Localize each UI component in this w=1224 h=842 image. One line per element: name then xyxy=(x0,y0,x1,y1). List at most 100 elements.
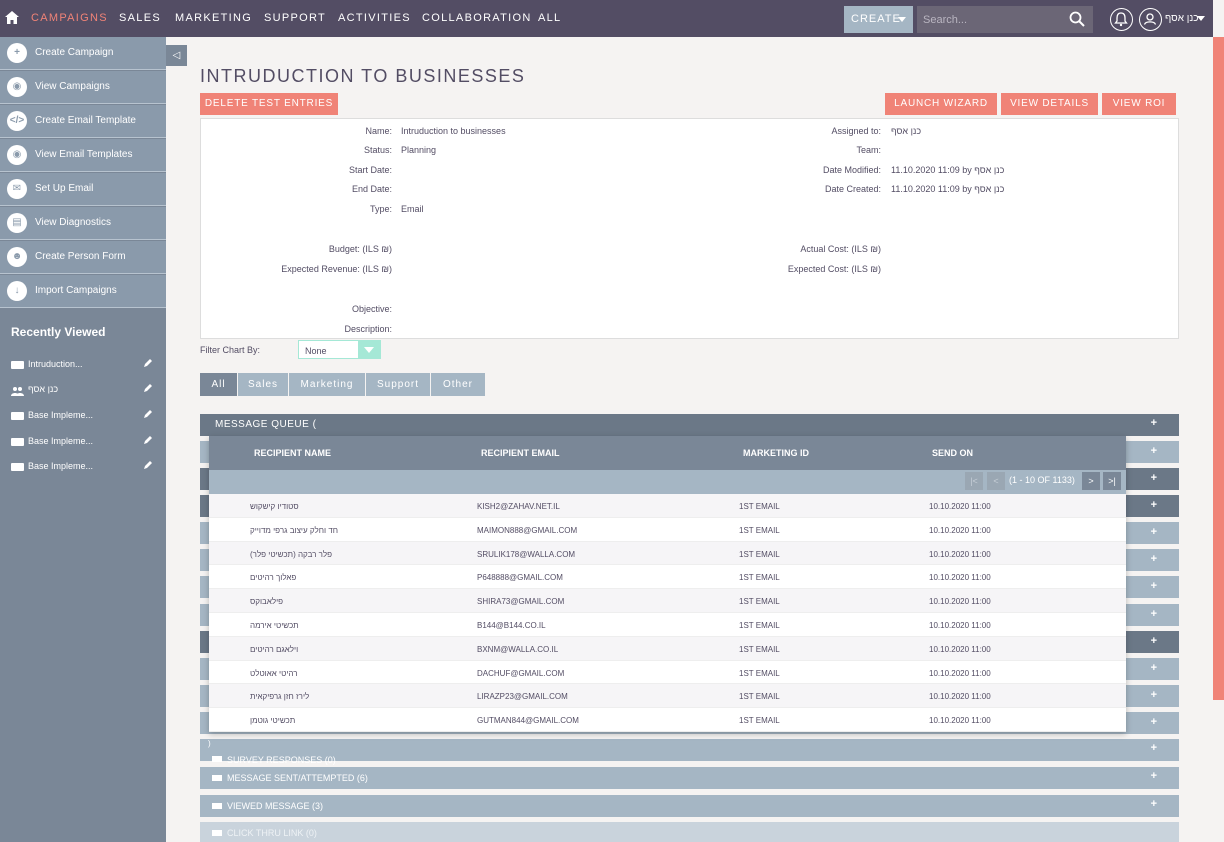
prev-page-icon[interactable]: < xyxy=(987,472,1005,490)
expand-plus-icon[interactable]: + xyxy=(1151,526,1157,538)
expand-plus-icon[interactable]: + xyxy=(1151,417,1157,429)
table-row[interactable]: תכשיטי גוטמן GUTMAN844@GMAIL.COM 1ST EMAIL… xyxy=(209,708,1126,732)
user-name[interactable]: כנן אסף xyxy=(1165,13,1199,24)
expand-plus-icon[interactable]: + xyxy=(1151,798,1157,810)
tab-all[interactable]: All xyxy=(200,373,237,396)
expand-plus-icon[interactable]: + xyxy=(1151,499,1157,511)
col-send-on[interactable]: SEND ON xyxy=(932,448,973,458)
recipient-name-cell[interactable]: תכשיטי אירמה xyxy=(250,621,299,630)
search-icon[interactable] xyxy=(1069,11,1085,27)
expand-plus-icon[interactable]: + xyxy=(1151,553,1157,565)
recipient-email-cell[interactable]: LIRAZP23@GMAIL.COM xyxy=(477,692,568,701)
expand-plus-icon[interactable]: + xyxy=(1151,742,1157,754)
nav-all[interactable]: ALL xyxy=(538,12,561,24)
nav-activities[interactable]: ACTIVITIES xyxy=(338,12,411,24)
recipient-name-cell[interactable]: תכשיטי גוטמן xyxy=(250,716,295,725)
col-marketing-id[interactable]: MARKETING ID xyxy=(743,448,809,458)
table-row[interactable]: לירז חזן גרפיקאית LIRAZP23@GMAIL.COM 1ST E… xyxy=(209,684,1126,709)
table-row[interactable]: סטודיו קישקוש KISH2@ZAHAV.NET.IL 1ST EMAIL… xyxy=(209,494,1126,518)
expand-plus-icon[interactable]: + xyxy=(1151,770,1157,782)
recently-viewed-item[interactable]: Intruduction... xyxy=(11,358,161,374)
assigned-to-value[interactable]: כנן אסף xyxy=(891,126,921,136)
table-row[interactable]: פאלוך רהיטים P648888@GMAIL.COM 1ST EMAIL 10… xyxy=(209,565,1126,590)
nav-support[interactable]: SUPPORT xyxy=(264,12,326,24)
sidebar-view-email-templates[interactable]: ◉ View Email Templates xyxy=(0,139,166,172)
recipient-email-cell[interactable]: P648888@GMAIL.COM xyxy=(477,573,563,582)
viewed-message-bar[interactable]: VIEWED MESSAGE (3) + xyxy=(200,795,1179,817)
tab-other[interactable]: Other xyxy=(431,373,485,396)
expand-plus-icon[interactable]: + xyxy=(1151,635,1157,647)
expand-plus-icon[interactable]: + xyxy=(1151,689,1157,701)
sidebar-create-email-template[interactable]: </> Create Email Template xyxy=(0,105,166,138)
expand-plus-icon[interactable]: + xyxy=(1151,445,1157,457)
table-row[interactable]: תכשיטי אירמה B144@B144.CO.IL 1ST EMAIL 10.1… xyxy=(209,613,1126,637)
filter-chart-select[interactable]: None xyxy=(298,340,381,359)
recipient-email-cell[interactable]: BXNM@WALLA.CO.IL xyxy=(477,645,558,654)
message-queue-header[interactable]: MESSAGE QUEUE (+ xyxy=(200,414,1179,436)
nav-campaigns[interactable]: CAMPAIGNS xyxy=(31,12,108,24)
recipient-name-cell[interactable]: לירז חזן גרפיקאית xyxy=(250,692,309,701)
pencil-icon[interactable] xyxy=(143,358,153,368)
first-page-icon[interactable]: |< xyxy=(965,472,983,490)
nav-sales[interactable]: SALES xyxy=(119,12,161,24)
recipient-email-cell[interactable]: DACHUF@GMAIL.COM xyxy=(477,669,564,678)
recently-viewed-item[interactable]: Base Impleme... xyxy=(11,409,161,425)
nav-marketing[interactable]: MARKETING xyxy=(175,12,252,24)
sidebar-create-campaign[interactable]: + Create Campaign xyxy=(0,37,166,70)
pencil-icon[interactable] xyxy=(143,383,153,393)
page-scrollbar-thumb[interactable] xyxy=(1213,37,1224,700)
pencil-icon[interactable] xyxy=(143,435,153,445)
view-details-button[interactable]: VIEW DETAILS xyxy=(1001,93,1098,115)
recipient-email-cell[interactable]: SRULIK178@WALLA.COM xyxy=(477,550,575,559)
table-row[interactable]: וילאגם רהיטים BXNM@WALLA.CO.IL 1ST EMAIL 10… xyxy=(209,636,1126,661)
view-roi-button[interactable]: VIEW ROI xyxy=(1102,93,1176,115)
survey-responses-bar[interactable]: ) SURVEY RESPONSES (0) + xyxy=(200,739,1179,765)
pencil-icon[interactable] xyxy=(143,460,153,470)
recipient-email-cell[interactable]: KISH2@ZAHAV.NET.IL xyxy=(477,502,560,511)
expand-plus-icon[interactable]: + xyxy=(1151,716,1157,728)
expand-plus-icon[interactable]: + xyxy=(1151,662,1157,674)
tab-support[interactable]: Support xyxy=(366,373,430,396)
recently-viewed-item[interactable]: כנן אסף xyxy=(11,383,161,399)
recipient-name-cell[interactable]: פילאבוקס xyxy=(250,597,283,606)
recipient-name-cell[interactable]: וילאגם רהיטים xyxy=(250,645,298,654)
col-recipient-email[interactable]: RECIPIENT EMAIL xyxy=(481,448,560,458)
recently-viewed-item[interactable]: Base Impleme... xyxy=(11,435,161,451)
tab-marketing[interactable]: Marketing xyxy=(289,373,365,396)
notifications-bell-icon[interactable] xyxy=(1110,8,1133,31)
sidebar-set-up-email[interactable]: ✉ Set Up Email xyxy=(0,173,166,206)
user-caret-down-icon[interactable] xyxy=(1197,16,1205,21)
delete-test-entries-button[interactable]: DELETE TEST ENTRIES xyxy=(200,93,338,115)
next-page-icon[interactable]: > xyxy=(1082,472,1100,490)
recipient-email-cell[interactable]: SHIRA73@GMAIL.COM xyxy=(477,597,564,606)
recipient-email-cell[interactable]: GUTMAN844@GMAIL.COM xyxy=(477,716,579,725)
home-icon[interactable] xyxy=(3,9,21,27)
click-thru-bar[interactable]: CLICK THRU LINK (0) xyxy=(200,822,1179,842)
sidebar-view-campaigns[interactable]: ◉ View Campaigns xyxy=(0,71,166,104)
sidebar-import-campaigns[interactable]: ↓ Import Campaigns xyxy=(0,275,166,308)
recipient-email-cell[interactable]: MAIMON888@GMAIL.COM xyxy=(477,526,577,535)
sidebar-view-diagnostics[interactable]: ▤ View Diagnostics xyxy=(0,207,166,240)
launch-wizard-button[interactable]: LAUNCH WIZARD xyxy=(885,93,997,115)
col-recipient-name[interactable]: RECIPIENT NAME xyxy=(254,448,331,458)
recently-viewed-item[interactable]: Base Impleme... xyxy=(11,460,161,476)
expand-plus-icon[interactable]: + xyxy=(1151,608,1157,620)
recipient-name-cell[interactable]: סטודיו קישקוש xyxy=(250,502,299,511)
expand-plus-icon[interactable]: + xyxy=(1151,472,1157,484)
table-row[interactable]: רהיטי אאוטלט DACHUF@GMAIL.COM 1ST EMAIL 10.… xyxy=(209,661,1126,685)
recipient-name-cell[interactable]: פאלוך רהיטים xyxy=(250,573,296,582)
sidebar-collapse-icon[interactable]: ◁ xyxy=(166,45,187,66)
user-avatar-icon[interactable] xyxy=(1139,8,1162,31)
tab-sales[interactable]: Sales xyxy=(238,373,288,396)
recipient-name-cell[interactable]: פלר רבקה (תכשיטי פלר) xyxy=(250,550,332,559)
expand-plus-icon[interactable]: + xyxy=(1151,580,1157,592)
recipient-name-cell[interactable]: חד וחלק עיצוב גרפי מדוייק xyxy=(250,526,338,535)
table-row[interactable]: פילאבוקס SHIRA73@GMAIL.COM 1ST EMAIL 10.10.… xyxy=(209,589,1126,613)
search-input[interactable] xyxy=(917,6,1093,33)
last-page-icon[interactable]: >| xyxy=(1103,472,1121,490)
sidebar-create-person-form[interactable]: ☻ Create Person Form xyxy=(0,241,166,274)
table-row[interactable]: חד וחלק עיצוב גרפי מדוייק MAIMON888@GMAIL… xyxy=(209,518,1126,542)
recipient-name-cell[interactable]: רהיטי אאוטלט xyxy=(250,669,298,678)
message-sent-bar[interactable]: MESSAGE SENT/ATTEMPTED (6) + xyxy=(200,767,1179,789)
nav-collaboration[interactable]: COLLABORATION xyxy=(422,12,532,24)
